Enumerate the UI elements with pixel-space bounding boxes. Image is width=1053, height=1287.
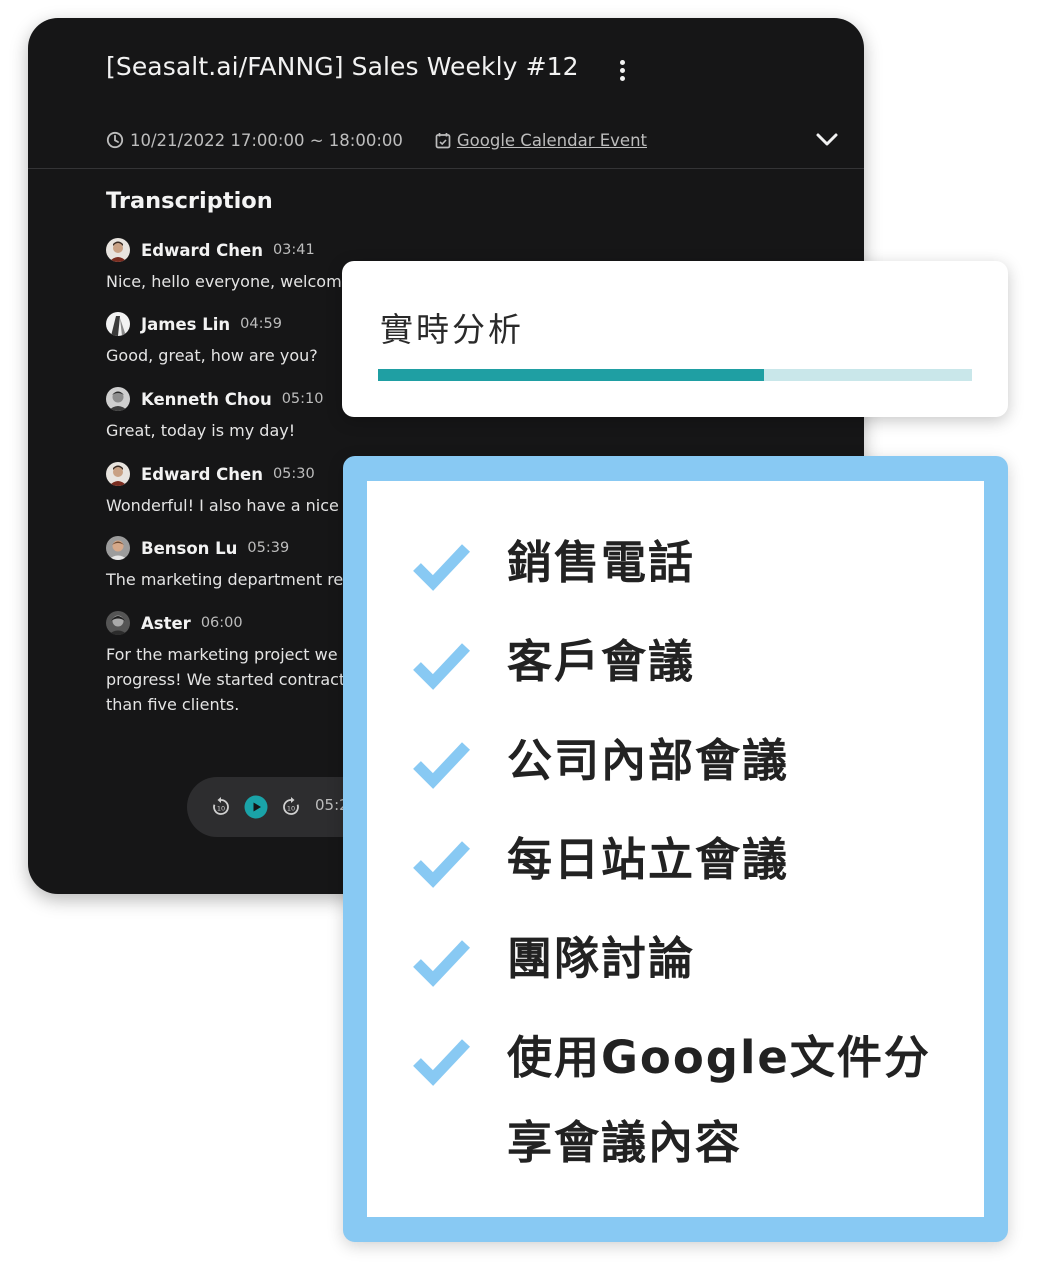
analysis-progress-bar: [378, 369, 972, 381]
checkmark-icon: [413, 544, 471, 591]
speaker-name: Benson Lu: [141, 538, 238, 558]
avatar: [106, 387, 130, 411]
speaker-name: James Lin: [141, 314, 231, 334]
checkmark-icon: [413, 1039, 471, 1086]
more-options-icon[interactable]: [612, 58, 632, 86]
avatar: [106, 238, 130, 262]
clock-icon: [106, 131, 124, 149]
divider: [28, 168, 864, 169]
speaker-name: Aster: [141, 613, 191, 633]
forward-icon[interactable]: 10: [279, 795, 303, 819]
feature-label: 使用Google文件分享會議內容: [507, 1031, 931, 1169]
analysis-progress-fill: [378, 369, 765, 381]
transcription-heading: Transcription: [106, 188, 273, 214]
analysis-title: 實時分析: [380, 310, 524, 349]
play-icon[interactable]: [244, 795, 268, 819]
svg-text:10: 10: [287, 805, 295, 813]
feature-list: 銷售電話 客戶會議 公司內部會議 每日站立會議 團隊討論 使用Google文件分…: [367, 481, 984, 1217]
timestamp[interactable]: 05:39: [247, 540, 289, 556]
avatar: [106, 462, 130, 486]
checkmark-icon: [413, 742, 471, 789]
timestamp[interactable]: 04:59: [240, 316, 282, 332]
timestamp[interactable]: 05:10: [282, 391, 324, 407]
timestamp[interactable]: 06:00: [201, 615, 243, 631]
message-text: Great, today is my day!: [106, 421, 296, 440]
meeting-title: [Seasalt.ai/FANNG] Sales Weekly #12: [106, 52, 579, 81]
feature-label: 銷售電話: [507, 536, 696, 589]
timestamp[interactable]: 05:30: [273, 466, 315, 482]
speaker-name: Kenneth Chou: [141, 389, 272, 409]
calendar-icon: [435, 132, 451, 148]
realtime-analysis-card: 實時分析: [342, 261, 1008, 417]
checkmark-icon: [413, 643, 471, 690]
meeting-meta: 10/21/2022 17:00:00 ~ 18:00:00 Google Ca…: [106, 128, 647, 152]
speaker-name: Edward Chen: [141, 240, 263, 260]
feature-list-card: 銷售電話 客戶會議 公司內部會議 每日站立會議 團隊討論 使用Google文件分…: [343, 456, 1008, 1242]
feature-label: 客戶會議: [507, 635, 696, 688]
avatar: [106, 611, 130, 635]
checkmark-icon: [413, 940, 471, 987]
calendar-event-link[interactable]: Google Calendar Event: [457, 131, 647, 150]
chevron-down-icon[interactable]: [814, 128, 840, 150]
timestamp[interactable]: 03:41: [273, 242, 315, 258]
svg-text:10: 10: [217, 805, 225, 813]
feature-label: 公司內部會議: [507, 734, 790, 787]
meeting-time-range: 10/21/2022 17:00:00 ~ 18:00:00: [130, 130, 403, 150]
rewind-icon[interactable]: 10: [209, 795, 233, 819]
feature-label: 每日站立會議: [507, 833, 790, 886]
checkmark-icon: [413, 841, 471, 888]
avatar: [106, 536, 130, 560]
speaker-name: Edward Chen: [141, 464, 263, 484]
avatar: [106, 312, 130, 336]
feature-label: 團隊討論: [507, 932, 696, 985]
